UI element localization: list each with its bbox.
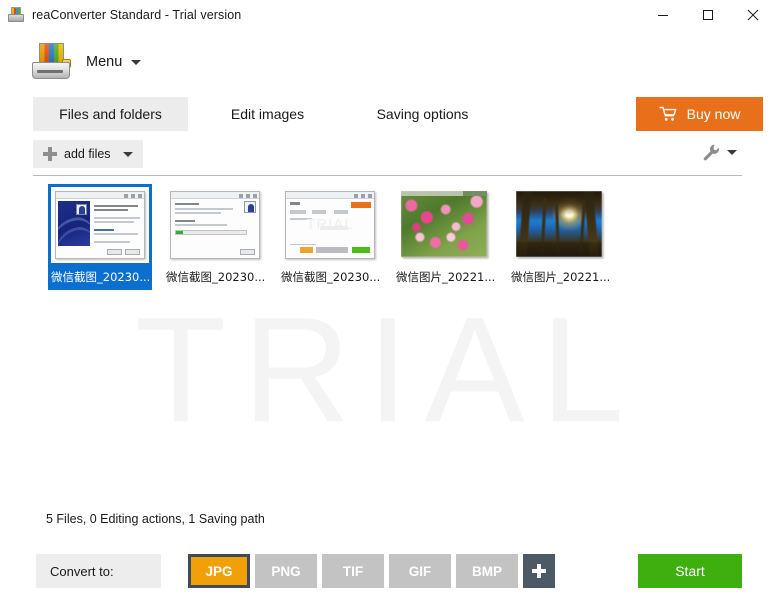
files-toolbar: add files <box>0 140 775 172</box>
format-label: BMP <box>472 564 502 579</box>
thumbnail-installer-progress-screenshot <box>166 187 264 263</box>
chevron-down-icon <box>123 152 133 157</box>
window-controls <box>640 0 775 30</box>
list-item[interactable]: 微信图片_20221... <box>393 184 497 290</box>
tab-label: Files and folders <box>59 106 162 122</box>
reaconverter-window: reaConverter Standard - Trial version Me… <box>0 0 775 603</box>
file-list[interactable]: 微信截图_20230... 微信截图_20230... <box>33 184 742 504</box>
convert-to-label: Convert to: <box>36 554 161 588</box>
tab-edit-images[interactable]: Edit images <box>205 97 330 131</box>
reaconverter-logo-icon <box>30 40 72 82</box>
window-title: reaConverter Standard - Trial version <box>32 8 241 22</box>
start-label: Start <box>675 563 705 579</box>
menu-button[interactable]: Menu <box>82 50 145 74</box>
tab-label: Edit images <box>231 106 304 122</box>
wrench-icon <box>702 143 721 162</box>
list-item-label: 微信图片_20221... <box>396 269 494 285</box>
format-button-tif[interactable]: TIF <box>322 554 384 588</box>
menu-label: Menu <box>86 54 122 70</box>
list-item-label: 微信图片_20221... <box>511 269 609 285</box>
add-files-label: add files <box>64 147 111 161</box>
tab-files-and-folders[interactable]: Files and folders <box>33 97 188 131</box>
buy-now-button[interactable]: Buy now <box>636 97 763 131</box>
thumbnail-pink-flowers-photo <box>396 187 494 263</box>
format-button-bmp[interactable]: BMP <box>456 554 518 588</box>
chevron-down-icon <box>727 150 737 155</box>
bottom-bar: Convert to: JPG PNG TIF GIF BMP Start <box>0 554 775 590</box>
list-item-label: 微信截图_20230... <box>51 269 149 285</box>
list-item[interactable]: 微信截图_20230... <box>48 184 152 290</box>
format-button-jpg[interactable]: JPG <box>188 554 250 588</box>
list-item[interactable]: 微信截图_20230... <box>163 184 267 290</box>
settings-wrench-button[interactable] <box>702 143 737 162</box>
format-label: GIF <box>409 564 432 579</box>
title-bar: reaConverter Standard - Trial version <box>0 0 775 30</box>
thumbnail-sun-through-trees-photo <box>511 187 609 263</box>
thumbnail-reaconverter-trial-screenshot: TRIAL <box>281 187 379 263</box>
tab-saving-options[interactable]: Saving options <box>355 97 490 131</box>
maximize-button[interactable] <box>685 0 730 30</box>
format-label: JPG <box>205 564 232 579</box>
list-item-label: 微信截图_20230... <box>281 269 379 285</box>
format-button-gif[interactable]: GIF <box>389 554 451 588</box>
plus-icon <box>43 147 57 161</box>
toolbar-separator <box>33 175 742 176</box>
shopping-cart-icon <box>659 106 677 122</box>
app-printer-icon <box>8 7 24 23</box>
add-files-button[interactable]: add files <box>33 140 143 168</box>
format-label: PNG <box>271 564 300 579</box>
add-format-button[interactable] <box>523 554 555 588</box>
plus-icon <box>532 564 546 578</box>
brand-row: Menu <box>0 36 775 88</box>
main-tabs: Files and folders Edit images Saving opt… <box>0 97 775 131</box>
chevron-down-icon <box>131 60 141 65</box>
status-summary: 5 Files, 0 Editing actions, 1 Saving pat… <box>46 512 265 526</box>
start-button[interactable]: Start <box>638 554 742 588</box>
close-button[interactable] <box>730 0 775 30</box>
minimize-button[interactable] <box>640 0 685 30</box>
thumbnail-setup-wizard-screenshot <box>51 187 149 263</box>
tab-label: Saving options <box>377 106 469 122</box>
format-button-png[interactable]: PNG <box>255 554 317 588</box>
buy-now-label: Buy now <box>687 106 741 122</box>
thumbnail-trial-text: TRIAL <box>286 216 374 233</box>
format-label: TIF <box>343 564 363 579</box>
list-item-label: 微信截图_20230... <box>166 269 264 285</box>
list-item[interactable]: TRIAL 微信截图_20230... <box>278 184 382 290</box>
list-item[interactable]: 微信图片_20221... <box>508 184 612 290</box>
